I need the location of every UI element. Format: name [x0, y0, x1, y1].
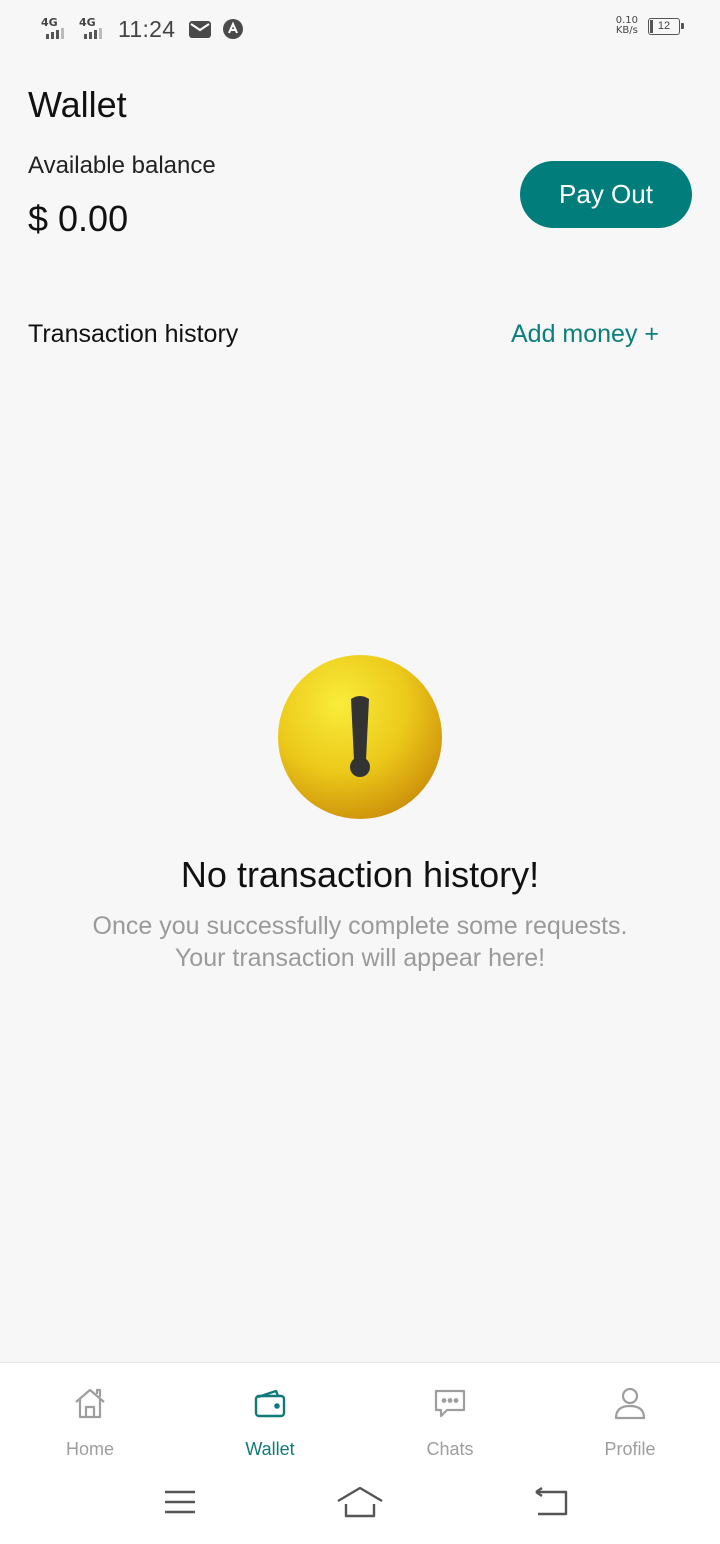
system-navigation-bar [0, 1470, 720, 1534]
back-icon[interactable] [528, 1482, 572, 1522]
status-time: 11:24 [118, 15, 176, 42]
status-right: 0.10 KB/s 12 [616, 16, 684, 36]
nav-item-wallet[interactable]: Wallet [180, 1363, 360, 1473]
nav-item-home[interactable]: Home [0, 1363, 180, 1473]
wallet-screen: 4G 4G 11:24 0.10 KB/s 12 Wallet Availabl… [0, 0, 720, 1544]
balance-value: $ 0.00 [28, 198, 129, 239]
mail-icon [189, 20, 212, 38]
signal-icon: 4G [40, 16, 74, 42]
home-gesture-icon[interactable] [336, 1482, 384, 1522]
transaction-history-title: Transaction history [28, 320, 239, 348]
speed-unit: KB/s [615, 25, 638, 36]
balance-label: Available balance [28, 152, 216, 179]
chat-icon [430, 1383, 470, 1423]
menu-icon[interactable] [158, 1482, 202, 1522]
nav-label-profile: Profile [604, 1439, 656, 1459]
network-speed: 0.10 KB/s [616, 16, 638, 36]
empty-state-message: Once you successfully complete some requ… [92, 912, 628, 940]
nav-label-home: Home [65, 1439, 114, 1459]
battery-icon: 12 [648, 17, 684, 35]
profile-icon [610, 1383, 650, 1423]
nav-item-profile[interactable]: Profile [540, 1363, 720, 1473]
add-money-link[interactable]: Add money + [511, 320, 659, 349]
signal-icon: 4G [78, 16, 112, 42]
battery-level: 12 [657, 19, 671, 32]
wallet-icon [250, 1383, 290, 1423]
empty-state-message: Your transaction will appear here! [174, 944, 546, 972]
empty-state-title: No transaction history! [180, 854, 540, 895]
nav-item-chats[interactable]: Chats [360, 1363, 540, 1473]
app-notification-icon [223, 19, 244, 39]
page-title: Wallet [28, 84, 127, 125]
pay-out-button[interactable]: Pay Out [520, 161, 692, 228]
nav-label-chats: Chats [426, 1439, 474, 1459]
status-left: 4G 4G 11:24 [40, 14, 255, 44]
home-icon [70, 1383, 110, 1423]
status-bar: 4G 4G 11:24 0.10 KB/s 12 [0, 0, 720, 58]
nav-label-wallet: Wallet [245, 1439, 295, 1459]
warning-exclamation-icon [278, 655, 442, 819]
